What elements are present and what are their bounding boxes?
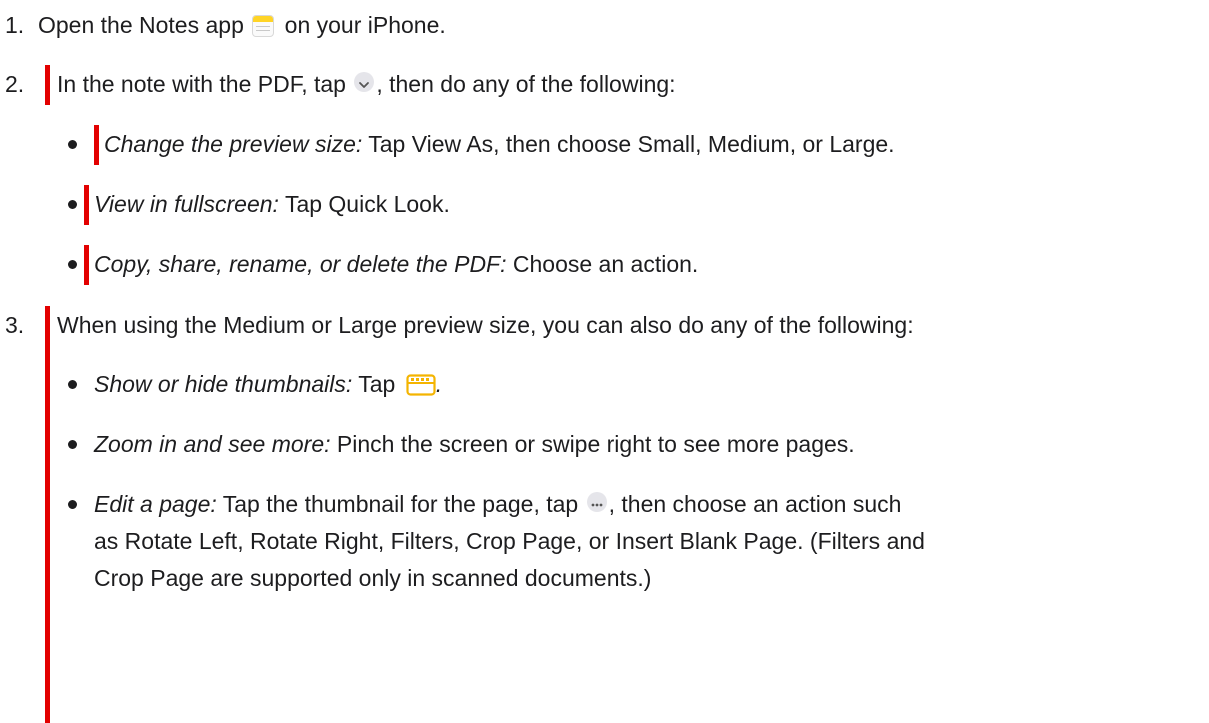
bullet-text: Tap Quick Look. <box>284 191 450 217</box>
bullet-label: Copy, share, rename, or delete the PDF: <box>94 251 507 277</box>
bullet-text: Tap <box>358 371 396 397</box>
bullet-dot <box>68 140 77 149</box>
bullet-dot <box>68 200 77 209</box>
step-2-text: In the note with the PDF, tap , then do … <box>57 69 676 100</box>
bullet-dot <box>68 500 77 509</box>
bullet-label: Change the preview size: <box>104 131 363 157</box>
bullet-text: Pinch the screen or swipe right to see m… <box>336 431 855 457</box>
list-item: Change the preview size: Tap View As, th… <box>104 129 895 160</box>
more-circle-icon <box>586 492 607 512</box>
step-2-text-after: , then do any of the following: <box>376 71 676 97</box>
bullet-text-after: , then choose an action such <box>608 491 902 517</box>
list-item: Show or hide thumbnails: Tap . <box>94 369 442 400</box>
step-3-number: 3. <box>5 312 25 338</box>
thumbnails-icon <box>406 373 436 396</box>
bullet-text-after: . <box>435 371 443 397</box>
bullet-label: View in fullscreen: <box>94 191 279 217</box>
change-bar <box>84 185 89 225</box>
step-1-text-before: Open the Notes app <box>38 12 244 38</box>
bullet-dot <box>68 260 77 269</box>
bullet-label: Zoom in and see more: <box>94 431 331 457</box>
bullet-text: Tap the thumbnail for the page, tap <box>222 491 579 517</box>
bullet-text: Tap View As, then choose Small, Medium, … <box>368 131 895 157</box>
change-bar <box>94 125 99 165</box>
bullet-dot <box>68 440 77 449</box>
step-1-text: Open the Notes app on your iPhone. <box>38 10 446 41</box>
list-item: Edit a page: Tap the thumbnail for the p… <box>94 489 901 520</box>
step-2-number: 2. <box>5 71 25 97</box>
change-bar <box>45 306 50 723</box>
list-item: View in fullscreen: Tap Quick Look. <box>94 189 450 220</box>
step-3-text: When using the Medium or Large preview s… <box>57 312 914 338</box>
chevron-down-circle-icon <box>354 72 375 92</box>
list-item: Copy, share, rename, or delete the PDF: … <box>94 249 698 280</box>
bullet-dot <box>68 380 77 389</box>
list-item-continuation: Crop Page are supported only in scanned … <box>94 565 652 591</box>
step-1-number: 1. <box>5 12 25 38</box>
step-1-text-after: on your iPhone. <box>284 12 446 38</box>
change-bar <box>84 245 89 285</box>
notes-app-icon <box>252 15 275 37</box>
list-item: Zoom in and see more: Pinch the screen o… <box>94 429 855 460</box>
change-bar <box>45 65 50 105</box>
bullet-text: Choose an action. <box>512 251 699 277</box>
bullet-label: Show or hide thumbnails: <box>94 371 353 397</box>
list-item-continuation: as Rotate Left, Rotate Right, Filters, C… <box>94 528 925 554</box>
bullet-label: Edit a page: <box>94 491 217 517</box>
step-2-text-before: In the note with the PDF, tap <box>57 71 346 97</box>
